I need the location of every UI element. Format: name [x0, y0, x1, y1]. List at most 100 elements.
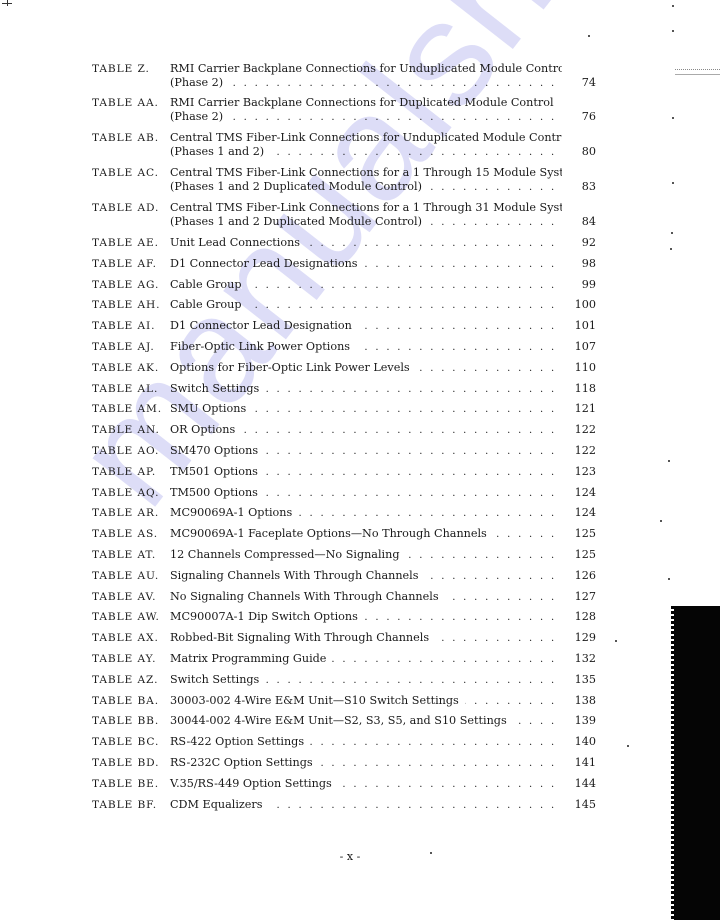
- toc-title-leader-line: CDM Equalizers..........................…: [170, 798, 562, 812]
- toc-entry-label: TABLE AX.: [92, 632, 159, 645]
- toc-entry-title: 30003-002 4-Wire E&M Unit—S10 Switch Set…: [170, 694, 562, 708]
- toc-title-leader-line: OR Options..............................…: [170, 423, 562, 437]
- toc-title-text: No Signaling Channels With Through Chann…: [170, 589, 439, 603]
- toc-entry-label: TABLE AS.: [92, 528, 159, 541]
- toc-title-text: (Phase 2): [170, 110, 224, 123]
- dot-leader: ........................................…: [265, 674, 562, 686]
- toc-entry-title: Signaling Channels With Through Channels…: [170, 569, 562, 583]
- toc-entry-label: TABLE AN.: [92, 424, 160, 437]
- dot-leader: ........................................…: [428, 182, 562, 193]
- dot-leader: ........................................…: [513, 716, 562, 728]
- page-number-footer: - x -: [339, 850, 361, 863]
- toc-title-leader-line: (Phases 1 and 2 Duplicated Module Contro…: [170, 215, 562, 229]
- dot-leader: ........................................…: [269, 799, 562, 811]
- toc-entry-page-number: 110: [574, 360, 596, 374]
- toc-title-text: (Phases 1 and 2 Duplicated Module Contro…: [170, 215, 422, 228]
- toc-entry-page-number: 123: [574, 464, 596, 478]
- toc-title-text: Central TMS Fiber-Link Connections for a…: [170, 201, 562, 214]
- toc-entry-page-number: 122: [574, 423, 596, 437]
- toc-entry-title: RS-232C Option Settings.................…: [170, 756, 562, 770]
- toc-title-text: Central TMS Fiber-Link Connections for U…: [170, 131, 562, 144]
- dot-leader: ........................................…: [405, 550, 562, 561]
- toc-entry-page-number: 101: [574, 319, 596, 333]
- toc-title-text: V.35/RS-449 Option Settings: [170, 776, 332, 790]
- toc-entry-label: TABLE BD.: [92, 757, 160, 769]
- toc-entry-page-number: 144: [574, 776, 596, 790]
- toc-entry-label: TABLE AY.: [92, 653, 157, 665]
- toc-entry-title: CDM Equalizers..........................…: [170, 798, 562, 812]
- toc-entry-label: TABLE AW.: [92, 611, 160, 624]
- toc-title-leader-line: 30003-002 4-Wire E&M Unit—S10 Switch Set…: [170, 694, 562, 708]
- dot-leader: ........................................…: [270, 147, 562, 158]
- toc-entry-title: RMI Carrier Backplane Connections for Du…: [170, 96, 562, 124]
- toc-title-text: 30003-002 4-Wire E&M Unit—S10 Switch Set…: [170, 693, 459, 707]
- toc-entry-title: D1 Connector Lead Designation...........…: [170, 319, 562, 333]
- toc-entry-label: TABLE AT.: [92, 549, 157, 561]
- toc-entry-title: V.35/RS-449 Option Settings.............…: [170, 777, 562, 791]
- toc-entry-page-number: 141: [574, 756, 596, 769]
- toc-title-leader-line: (Phases 1 and 2 Duplicated Module Contro…: [170, 180, 562, 194]
- scan-edge-black-bar: [671, 606, 720, 920]
- toc-entry-page-number: 74: [581, 76, 596, 89]
- toc-title-leader-line: Robbed-Bit Signaling With Through Channe…: [170, 631, 562, 645]
- toc-entry-title: Switch Settings.........................…: [170, 382, 562, 396]
- toc-entry-title: 30044-002 4-Wire E&M Unit—S2, S3, S5, an…: [170, 714, 562, 728]
- toc-entry-page-number: 92: [581, 236, 596, 249]
- toc-entry-title: Unit Lead Connections...................…: [170, 236, 562, 250]
- toc-title-leader-line: MC90069A-1 Options......................…: [170, 506, 562, 520]
- toc-entry-page-number: 98: [581, 256, 596, 270]
- toc-entry-title: Central TMS Fiber-Link Connections for a…: [170, 166, 562, 194]
- toc-title-text: RS-422 Option Settings: [170, 735, 305, 749]
- toc-entry-page-number: 80: [581, 145, 596, 158]
- toc-entry-label: TABLE BE.: [92, 777, 160, 790]
- toc-entry-page-number: 135: [574, 672, 596, 686]
- dot-leader: ........................................…: [338, 778, 562, 790]
- toc-entry-title: No Signaling Channels With Through Chann…: [170, 590, 562, 604]
- toc-title-text: Signaling Channels With Through Channels: [170, 568, 419, 582]
- dot-leader: ........................................…: [464, 695, 562, 707]
- toc-title-leader-line: Cable Group.............................…: [170, 298, 562, 312]
- toc-entry-label: TABLE AZ.: [92, 673, 159, 686]
- toc-entry-page-number: 128: [574, 610, 596, 624]
- toc-title-text: OR Options: [170, 423, 236, 437]
- toc-title-text: (Phase 2): [170, 76, 224, 89]
- dot-leader: ........................................…: [492, 529, 562, 541]
- dot-leader: ........................................…: [425, 570, 562, 582]
- dot-leader: ........................................…: [252, 404, 562, 416]
- toc-title-leader-line: (Phase 2)...............................…: [170, 110, 562, 124]
- toc-entry-label: TABLE BF.: [92, 798, 158, 811]
- toc-title-leader-line: Matrix Programming Guide................…: [170, 652, 562, 666]
- dot-leader: ........................................…: [358, 321, 562, 333]
- toc-title-text: D1 Connector Lead Designation: [170, 319, 352, 333]
- toc-entry-label: TABLE AQ.: [92, 486, 160, 499]
- toc-entry-title: TM501 Options...........................…: [170, 465, 562, 479]
- dot-leader: ........................................…: [263, 487, 562, 499]
- toc-title-leader-line: RS-422 Option Settings..................…: [170, 735, 562, 749]
- toc-title-leader-line: TM500 Options...........................…: [170, 486, 562, 500]
- toc-entry-label: TABLE AB.: [92, 132, 159, 144]
- toc-entry-label: TABLE AF.: [92, 257, 157, 270]
- dot-leader: ........................................…: [263, 466, 562, 478]
- toc-entry-page-number: 121: [574, 402, 596, 416]
- toc-entry-page-number: 84: [581, 215, 596, 228]
- toc-title-text: MC90069A-1 Options: [170, 506, 293, 520]
- toc-entry-page-number: 140: [574, 735, 596, 749]
- toc-entry-label: TABLE AM.: [92, 403, 163, 416]
- dot-leader: ........................................…: [319, 758, 562, 769]
- toc-entry-title: Central TMS Fiber-Link Connections for a…: [170, 201, 562, 229]
- toc-entry-label: TABLE AC.: [92, 167, 159, 179]
- toc-title-text: (Phases 1 and 2 Duplicated Module Contro…: [170, 180, 422, 193]
- toc-title-text: CDM Equalizers: [170, 797, 263, 811]
- toc-entry-title: TM500 Options...........................…: [170, 486, 562, 500]
- toc-entry-title: RS-422 Option Settings..................…: [170, 735, 562, 749]
- toc-entry-page-number: 126: [574, 568, 596, 582]
- toc-entry-page-number: 125: [574, 527, 596, 541]
- toc-title-text: Cable Group: [170, 277, 242, 291]
- toc-title-leader-line: (Phases 1 and 2)........................…: [170, 145, 562, 159]
- toc-title-leader-line: MC90007A-1 Dip Switch Options...........…: [170, 610, 562, 624]
- toc-entry-page-number: 145: [574, 797, 596, 811]
- toc-entry-title: RMI Carrier Backplane Connections for Un…: [170, 62, 562, 90]
- toc-entry-label: TABLE AU.: [92, 569, 160, 582]
- toc-entry-title: Cable Group.............................…: [170, 278, 562, 292]
- toc-entry-page-number: 125: [574, 548, 596, 561]
